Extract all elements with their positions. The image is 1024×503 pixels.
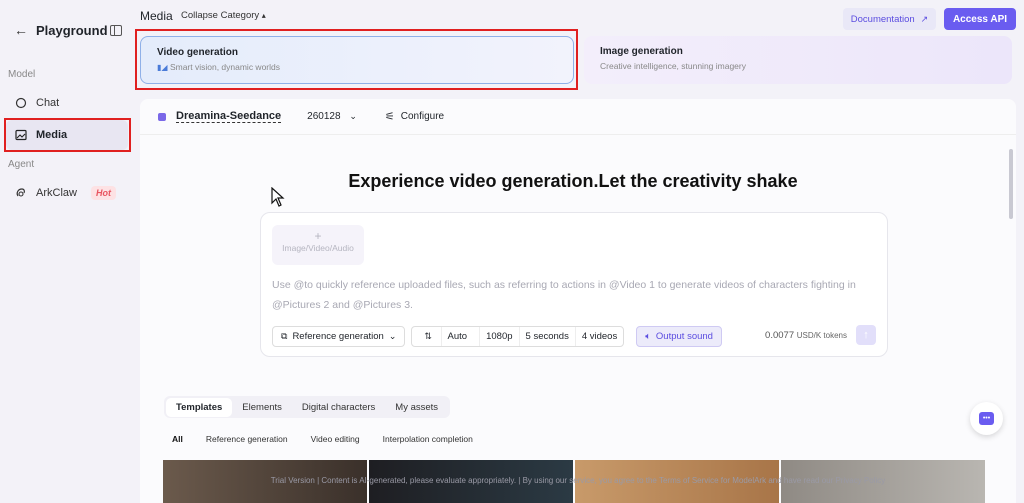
playground-title: Playground xyxy=(36,22,108,38)
sidebar-collapse-icon[interactable] xyxy=(110,24,122,36)
tab-digital-characters[interactable]: Digital characters xyxy=(292,398,385,417)
documentation-label: Documentation xyxy=(850,13,915,25)
category-title: Video generation xyxy=(157,47,238,58)
video-settings-group[interactable]: ⇅ Auto 1080p 5 seconds 4 videos xyxy=(411,325,625,347)
tab-templates[interactable]: Templates xyxy=(166,397,233,417)
output-sound-label: Output sound xyxy=(655,330,713,342)
sidebar-item-label: Chat xyxy=(36,97,60,109)
collapse-category-toggle[interactable]: Collapse Category ▴ xyxy=(181,10,266,21)
filter-row: All Reference generation Video editing I… xyxy=(172,434,496,444)
duration-option[interactable]: 5 seconds xyxy=(518,326,575,346)
model-logo-icon xyxy=(158,112,166,121)
category-subtitle: Creative intelligence, stunning imagery xyxy=(600,61,746,71)
tab-elements[interactable]: Elements xyxy=(232,398,292,417)
chat-assistant-button[interactable]: ••• xyxy=(970,402,1003,435)
model-selector[interactable]: Dreamina-Seedance xyxy=(176,110,282,123)
speaker-icon: 🔈︎ xyxy=(645,330,651,342)
collapse-category-label: Collapse Category xyxy=(181,10,260,21)
prompt-input[interactable]: Use @to quickly reference uploaded files… xyxy=(272,275,882,315)
generation-mode-label: Reference generation xyxy=(292,330,384,342)
count-option[interactable]: 4 videos xyxy=(574,326,623,346)
configure-label: Configure xyxy=(400,111,445,122)
category-subtitle: ▮◢ Smart vision, dynamic worlds xyxy=(157,62,280,72)
chat-bubble-icon: ••• xyxy=(979,412,994,425)
version-selector[interactable]: 260128 ⌄ xyxy=(307,111,357,122)
filter-video-editing[interactable]: Video editing xyxy=(311,434,360,444)
resolution-option[interactable]: 1080p xyxy=(479,326,518,346)
image-icon xyxy=(14,128,28,142)
chat-icon xyxy=(14,96,28,110)
category-card-image[interactable]: Image generation Creative intelligence, … xyxy=(584,36,1012,84)
filter-reference-generation[interactable]: Reference generation xyxy=(206,434,288,444)
options-row: ⧉ Reference generation ⌄ ⇅ Auto 1080p 5 … xyxy=(272,325,722,347)
model-bar: Dreamina-Seedance 260128 ⌄ ⚟ Configure xyxy=(140,99,1016,135)
scrollbar[interactable] xyxy=(1009,149,1013,219)
chevron-up-icon: ▴ xyxy=(261,11,266,20)
section-label-model: Model xyxy=(8,69,36,80)
sliders-icon: ⚟ xyxy=(384,111,395,123)
hot-badge: Hot xyxy=(90,186,116,200)
price-unit: USD/K tokens xyxy=(796,331,847,340)
configure-button[interactable]: ⚟ Configure xyxy=(385,110,444,123)
sidebar-item-media[interactable]: Media xyxy=(6,120,128,150)
price-value: 0.0077 xyxy=(765,330,795,341)
external-link-icon: ↗ xyxy=(920,13,929,24)
send-button[interactable]: ↑ xyxy=(856,325,876,345)
hero-title: Experience video generation.Let the crea… xyxy=(348,171,798,191)
footer-disclaimer: Trial Version | Content is AI-generated,… xyxy=(270,476,886,485)
chevron-down-icon: ⌄ xyxy=(388,330,397,341)
generation-mode-dropdown[interactable]: ⧉ Reference generation ⌄ xyxy=(272,325,406,347)
aspect-ratio-icon: ⇅ xyxy=(424,330,432,341)
upload-label: Image/Video/Audio xyxy=(282,243,354,253)
back-arrow-icon[interactable]: ← xyxy=(14,22,28,38)
playground-header: ← Playground xyxy=(14,22,122,38)
reference-icon: ⧉ xyxy=(281,330,288,341)
main-panel: Dreamina-Seedance 260128 ⌄ ⚟ Configure E… xyxy=(140,99,1016,503)
chevron-down-icon: ⌄ xyxy=(349,111,357,121)
plus-icon: + xyxy=(314,229,322,243)
page-title: Media xyxy=(140,9,173,23)
section-label-agent: Agent xyxy=(8,159,35,170)
category-title: Image generation xyxy=(600,46,683,57)
claw-icon xyxy=(14,186,28,200)
sidebar-item-label: ArkClaw xyxy=(36,187,77,199)
category-card-video[interactable]: Video generation ▮◢ Smart vision, dynami… xyxy=(140,36,574,84)
upload-media-button[interactable]: + Image/Video/Audio xyxy=(272,225,364,265)
tab-my-assets[interactable]: My assets xyxy=(385,398,448,417)
arrow-up-icon: ↑ xyxy=(863,329,869,341)
prompt-box: + Image/Video/Audio Use @to quickly refe… xyxy=(260,212,888,357)
version-label: 260128 xyxy=(307,111,341,122)
access-api-button[interactable]: Access API xyxy=(944,8,1016,30)
gallery-tabs: Templates Elements Digital characters My… xyxy=(164,396,451,418)
price-readout: 0.0077 USD/K tokens xyxy=(765,330,847,341)
documentation-button[interactable]: Documentation ↗ xyxy=(843,8,936,30)
sidebar-item-arkclaw[interactable]: ArkClaw Hot xyxy=(6,178,128,208)
sidebar-item-label: Media xyxy=(36,129,68,141)
ratio-option[interactable]: ⇅ Auto xyxy=(412,326,479,346)
mouse-cursor-icon xyxy=(271,186,285,212)
output-sound-toggle[interactable]: 🔈︎ Output sound xyxy=(636,325,722,347)
filter-all[interactable]: All xyxy=(172,434,183,444)
sidebar: ← Playground Model Chat Media Agent ArkC… xyxy=(0,0,134,503)
filter-interpolation-completion[interactable]: Interpolation completion xyxy=(383,434,473,444)
video-icon: ▮◢ xyxy=(157,63,168,72)
sidebar-item-chat[interactable]: Chat xyxy=(6,88,128,118)
